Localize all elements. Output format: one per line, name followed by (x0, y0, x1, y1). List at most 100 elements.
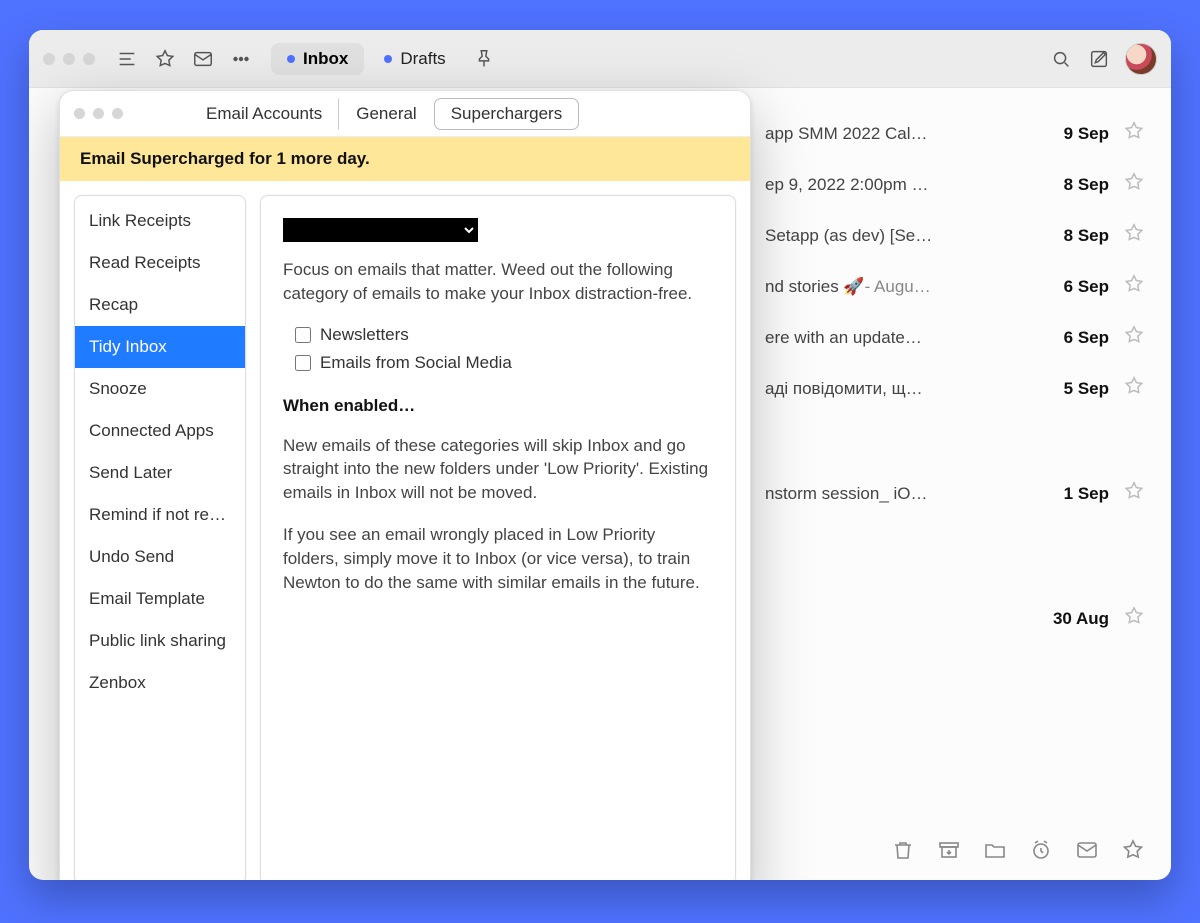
star-icon[interactable] (1123, 480, 1145, 507)
message-row[interactable]: аді повідомити, щ… 5 Sep (765, 375, 1145, 402)
unread-dot-icon (287, 55, 295, 63)
star-icon[interactable] (1123, 222, 1145, 249)
traffic-max[interactable] (112, 108, 123, 119)
opt-label: Newsletters (320, 325, 409, 345)
message-subject: nd stories 🚀- Augu… (765, 277, 1025, 297)
checkbox-social-media[interactable] (295, 355, 311, 371)
tab-label: Inbox (303, 49, 348, 69)
traffic-min[interactable] (93, 108, 104, 119)
message-date: 8 Sep (1039, 226, 1109, 246)
sidebar-item-undo-send[interactable]: Undo Send (75, 536, 245, 578)
inbox-icon[interactable] (191, 47, 215, 71)
archive-icon[interactable] (937, 838, 961, 862)
compose-icon[interactable] (1087, 47, 1111, 71)
message-date: 30 Aug (1039, 609, 1109, 629)
message-row[interactable]: nstorm session_ iO… 1 Sep (765, 480, 1145, 507)
message-row[interactable]: ere with an update… 6 Sep (765, 324, 1145, 351)
unread-dot-icon (384, 55, 392, 63)
star-icon[interactable] (1123, 171, 1145, 198)
prefs-body: Link Receipts Read Receipts Recap Tidy I… (60, 181, 750, 880)
traffic-max[interactable] (83, 53, 95, 65)
pin-icon[interactable] (472, 47, 496, 71)
message-date: 8 Sep (1039, 175, 1109, 195)
preferences-window: Email Accounts General Superchargers Ema… (59, 90, 751, 880)
star-icon[interactable] (1123, 120, 1145, 147)
tab-inbox[interactable]: Inbox (271, 43, 364, 75)
preferences-header: Email Accounts General Superchargers (60, 91, 750, 137)
seg-general[interactable]: General (339, 98, 433, 130)
sidebar-item-link-receipts[interactable]: Link Receipts (75, 200, 245, 242)
sidebar-item-email-template[interactable]: Email Template (75, 578, 245, 620)
search-icon[interactable] (1049, 47, 1073, 71)
message-date: 5 Sep (1039, 379, 1109, 399)
traffic-lights (43, 53, 95, 65)
message-subject: nstorm session_ iO… (765, 484, 1025, 504)
message-date: 6 Sep (1039, 277, 1109, 297)
account-select[interactable] (283, 218, 478, 242)
message-subject: Setapp (as dev) [Se… (765, 226, 1025, 246)
sidebar-item-zenbox[interactable]: Zenbox (75, 662, 245, 704)
sidebar-item-public-link-sharing[interactable]: Public link sharing (75, 620, 245, 662)
when-enabled-heading: When enabled… (283, 396, 713, 416)
prefs-traffic-lights (74, 108, 123, 119)
sidebar-item-send-later[interactable]: Send Later (75, 452, 245, 494)
supercharged-banner: Email Supercharged for 1 more day. (60, 137, 750, 181)
message-subject: ep 9, 2022 2:00pm … (765, 175, 1025, 195)
tidy-inbox-content: Focus on emails that matter. Weed out th… (260, 195, 736, 880)
more-icon[interactable] (229, 47, 253, 71)
star-icon[interactable] (1123, 605, 1145, 632)
sidebar-item-read-receipts[interactable]: Read Receipts (75, 242, 245, 284)
message-list: app SMM 2022 Cal… 9 Sep ep 9, 2022 2:00p… (765, 120, 1145, 632)
message-subject: ere with an update… (765, 328, 1025, 348)
opt-newsletters[interactable]: Newsletters (291, 324, 713, 346)
bottom-action-bar (891, 838, 1145, 862)
category-options: Newsletters Emails from Social Media (291, 324, 713, 374)
message-gap (765, 531, 1145, 581)
message-subject: app SMM 2022 Cal… (765, 124, 1025, 144)
message-date: 1 Sep (1039, 484, 1109, 504)
main-window: Inbox Drafts app SMM 2022 Cal… 9 Sep ep (29, 30, 1171, 880)
opt-label: Emails from Social Media (320, 353, 512, 373)
star-icon[interactable] (1123, 375, 1145, 402)
message-date: 6 Sep (1039, 328, 1109, 348)
prefs-segmented-control: Email Accounts General Superchargers (189, 98, 579, 130)
star-icon[interactable] (1121, 838, 1145, 862)
tab-drafts[interactable]: Drafts (368, 43, 461, 75)
avatar[interactable] (1125, 43, 1157, 75)
traffic-close[interactable] (74, 108, 85, 119)
snooze-icon[interactable] (1029, 838, 1053, 862)
traffic-close[interactable] (43, 53, 55, 65)
sidebar-item-remind-if-not-replied[interactable]: Remind if not re… (75, 494, 245, 536)
when-enabled-para-1: New emails of these categories will skip… (283, 434, 713, 505)
sidebar-toggle-icon[interactable] (115, 47, 139, 71)
trash-icon[interactable] (891, 838, 915, 862)
seg-superchargers[interactable]: Superchargers (434, 98, 580, 130)
sidebar-item-connected-apps[interactable]: Connected Apps (75, 410, 245, 452)
seg-email-accounts[interactable]: Email Accounts (189, 98, 339, 130)
star-icon[interactable] (1123, 324, 1145, 351)
tab-bar: Inbox Drafts (271, 43, 496, 75)
tab-label: Drafts (400, 49, 445, 69)
folder-icon[interactable] (983, 838, 1007, 862)
message-row[interactable]: 30 Aug (765, 605, 1145, 632)
message-row[interactable]: app SMM 2022 Cal… 9 Sep (765, 120, 1145, 147)
star-icon[interactable] (1123, 273, 1145, 300)
message-gap (765, 426, 1145, 456)
traffic-min[interactable] (63, 53, 75, 65)
supercharger-list: Link Receipts Read Receipts Recap Tidy I… (74, 195, 246, 880)
sidebar-item-tidy-inbox[interactable]: Tidy Inbox (75, 326, 245, 368)
when-enabled-para-2: If you see an email wrongly placed in Lo… (283, 523, 713, 594)
message-date: 9 Sep (1039, 124, 1109, 144)
toolbar: Inbox Drafts (29, 30, 1171, 88)
mail-icon[interactable] (1075, 838, 1099, 862)
opt-social-media[interactable]: Emails from Social Media (291, 352, 713, 374)
message-subject: аді повідомити, щ… (765, 379, 1025, 399)
message-row[interactable]: Setapp (as dev) [Se… 8 Sep (765, 222, 1145, 249)
checkbox-newsletters[interactable] (295, 327, 311, 343)
sidebar-item-recap[interactable]: Recap (75, 284, 245, 326)
focus-description: Focus on emails that matter. Weed out th… (283, 258, 713, 306)
message-row[interactable]: ep 9, 2022 2:00pm … 8 Sep (765, 171, 1145, 198)
sidebar-item-snooze[interactable]: Snooze (75, 368, 245, 410)
message-row[interactable]: nd stories 🚀- Augu… 6 Sep (765, 273, 1145, 300)
star-icon[interactable] (153, 47, 177, 71)
